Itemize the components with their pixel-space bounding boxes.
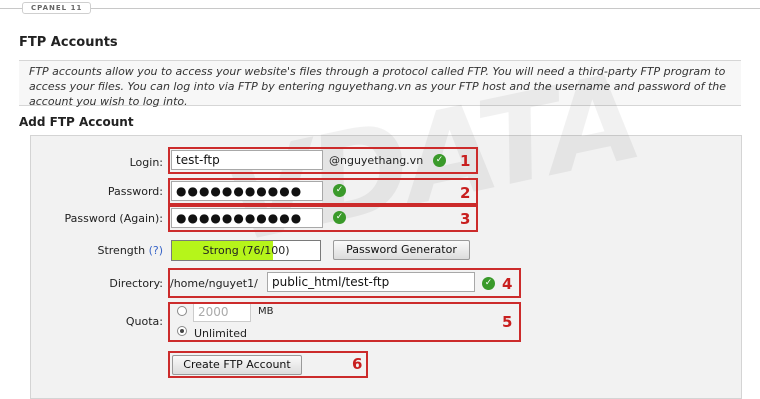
annotation-box-4	[168, 268, 521, 298]
annotation-number-6: 6	[352, 355, 363, 373]
annotation-number-1: 1	[460, 152, 471, 170]
password-generator-button[interactable]: Password Generator	[333, 240, 470, 260]
login-label: Login:	[129, 156, 163, 169]
cpanel-version-tag: CPANEL 11	[22, 2, 92, 14]
password-label: Password:	[107, 185, 163, 198]
annotation-box-2	[168, 178, 478, 205]
page-description: FTP accounts allow you to access your we…	[19, 60, 741, 108]
strength-help-link[interactable]: (?)	[149, 244, 163, 257]
password-again-label: Password (Again):	[64, 212, 163, 225]
strength-label-row: Strength (?)	[60, 244, 163, 257]
strength-value: Strong (76/100)	[202, 244, 290, 257]
annotation-box-6	[168, 351, 368, 378]
top-bar: CPANEL 11	[0, 0, 760, 16]
annotation-number-2: 2	[460, 184, 471, 202]
annotation-number-5: 5	[502, 313, 513, 331]
add-ftp-panel	[30, 135, 742, 399]
add-ftp-section-title: Add FTP Account	[19, 115, 134, 129]
annotation-box-5	[168, 302, 521, 342]
annotation-number-3: 3	[460, 210, 471, 228]
top-divider	[0, 8, 760, 9]
strength-label: Strength	[97, 244, 146, 257]
page-title: FTP Accounts	[19, 35, 118, 50]
annotation-number-4: 4	[502, 275, 513, 293]
annotation-box-1	[168, 147, 478, 174]
annotation-box-3	[168, 205, 478, 232]
strength-meter: Strong (76/100)	[171, 240, 321, 261]
directory-label: Directory:	[109, 277, 163, 290]
quota-label: Quota:	[125, 315, 163, 328]
